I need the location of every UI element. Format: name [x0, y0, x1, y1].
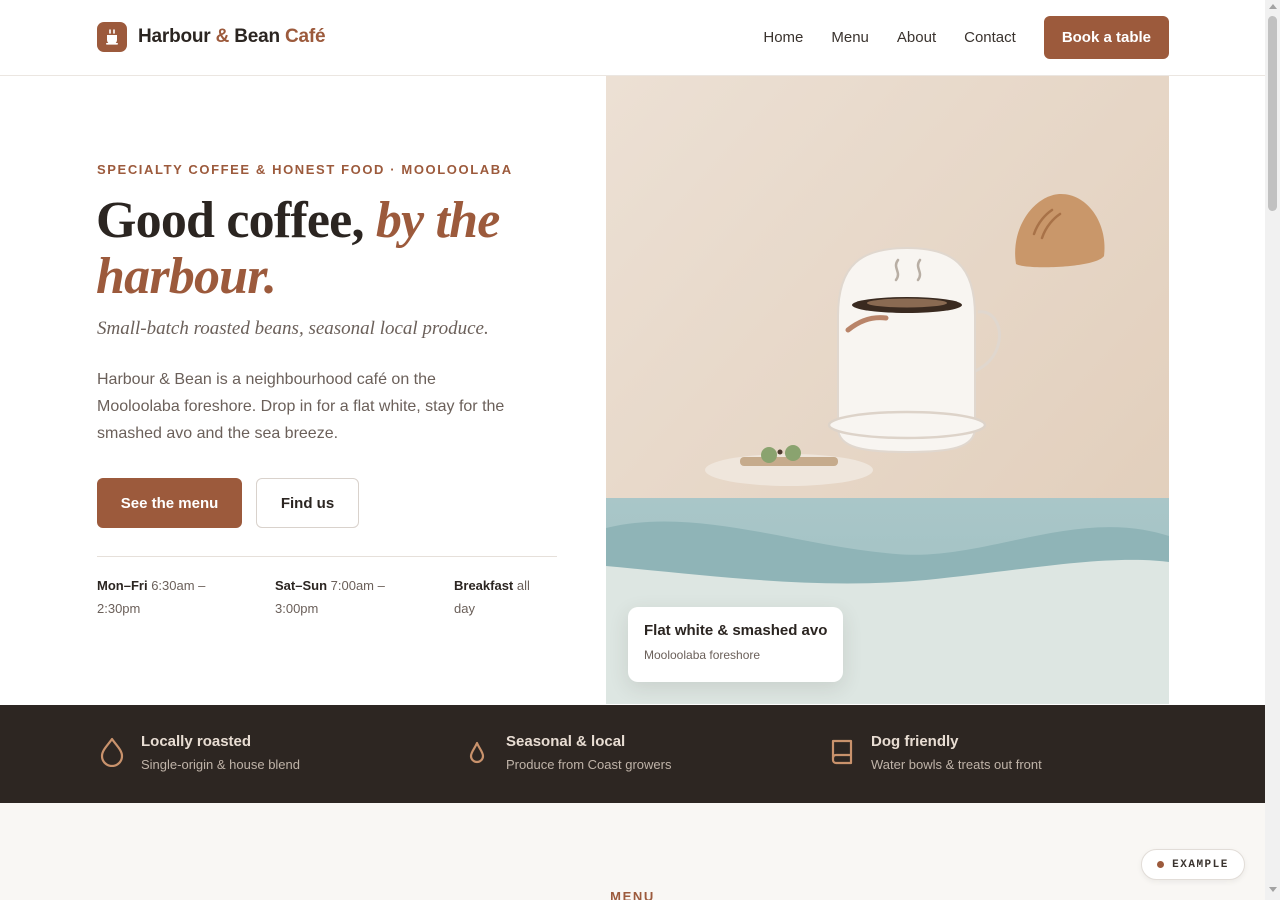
- nav-about[interactable]: About: [897, 17, 936, 59]
- caption-title: Flat white & smashed avo: [644, 622, 828, 639]
- feature-title: Locally roasted: [141, 733, 252, 750]
- book-icon: [827, 737, 857, 767]
- scrollbar-thumb[interactable]: [1268, 16, 1277, 211]
- scroll-up-arrow-icon[interactable]: [1269, 4, 1277, 9]
- example-badge[interactable]: EXAMPLE: [1141, 849, 1245, 880]
- feature-dog-friendly: Dog friendly Water bowls & treats out fr…: [827, 733, 1042, 772]
- status-dot-icon: [1157, 861, 1165, 868]
- hours-label: Breakfast: [454, 578, 514, 593]
- brand-word-bean: Bean: [234, 26, 280, 47]
- drop-icon: [462, 737, 492, 767]
- brand-logo[interactable]: Harbour & Bean Café: [97, 22, 326, 52]
- feature-locally-roasted: Locally roasted Single-origin & house bl…: [97, 733, 300, 772]
- feature-subtitle: Produce from Coast growers: [506, 757, 672, 772]
- hero-tagline: Small-batch roasted beans, seasonal loca…: [97, 318, 489, 339]
- brand-ampersand: &: [215, 26, 230, 47]
- feature-title: Seasonal & local: [506, 733, 626, 750]
- site-header: Harbour & Bean Café Home Menu About Cont…: [0, 0, 1265, 76]
- features-band: Locally roasted Single-origin & house bl…: [0, 705, 1265, 803]
- main-nav: Home Menu About Contact Book a table: [763, 16, 1169, 59]
- hero-headline: Good coffee, by the harbour.: [96, 193, 596, 305]
- scroll-down-arrow-icon[interactable]: [1269, 887, 1277, 892]
- hero-caption-card: Flat white & smashed avo Mooloolaba fore…: [628, 607, 843, 682]
- brand-name: Harbour & Bean Café: [138, 26, 326, 48]
- hours-breakfast: Breakfast all day: [454, 574, 554, 620]
- brand-word-harbour: Harbour: [138, 26, 211, 47]
- nav-home[interactable]: Home: [763, 17, 803, 59]
- book-table-button[interactable]: Book a table: [1043, 16, 1169, 59]
- coffee-cup-icon: [97, 22, 127, 52]
- page-scrollbar[interactable]: [1265, 0, 1280, 900]
- example-badge-label: EXAMPLE: [1172, 858, 1229, 871]
- see-menu-button[interactable]: See the menu: [97, 478, 242, 528]
- hours-weekday: Mon–Fri 6:30am – 2:30pm: [97, 574, 237, 620]
- menu-section: MENU: [0, 803, 1265, 900]
- hero-eyebrow: SPECIALTY COFFEE & HONEST FOOD · MOOLOOL…: [97, 162, 513, 177]
- hours-weekend: Sat–Sun 7:00am – 3:00pm: [275, 574, 415, 620]
- hours-label: Mon–Fri: [97, 578, 148, 593]
- find-us-button[interactable]: Find us: [256, 478, 359, 528]
- nav-contact[interactable]: Contact: [964, 17, 1016, 59]
- hero-intro: Harbour & Bean is a neighbourhood café o…: [97, 371, 505, 442]
- menu-section-label: MENU: [610, 889, 655, 900]
- brand-word-cafe: Café: [284, 26, 326, 47]
- feature-seasonal-local: Seasonal & local Produce from Coast grow…: [462, 733, 671, 772]
- hero-divider: [97, 556, 557, 557]
- droplet-icon: [97, 737, 127, 767]
- feature-subtitle: Water bowls & treats out front: [871, 757, 1042, 772]
- nav-menu[interactable]: Menu: [831, 17, 869, 59]
- headline-plain: Good coffee,: [96, 192, 364, 249]
- feature-title: Dog friendly: [871, 733, 959, 750]
- caption-subtitle: Mooloolaba foreshore: [644, 648, 761, 662]
- feature-subtitle: Single-origin & house blend: [141, 757, 300, 772]
- hours-label: Sat–Sun: [275, 578, 328, 593]
